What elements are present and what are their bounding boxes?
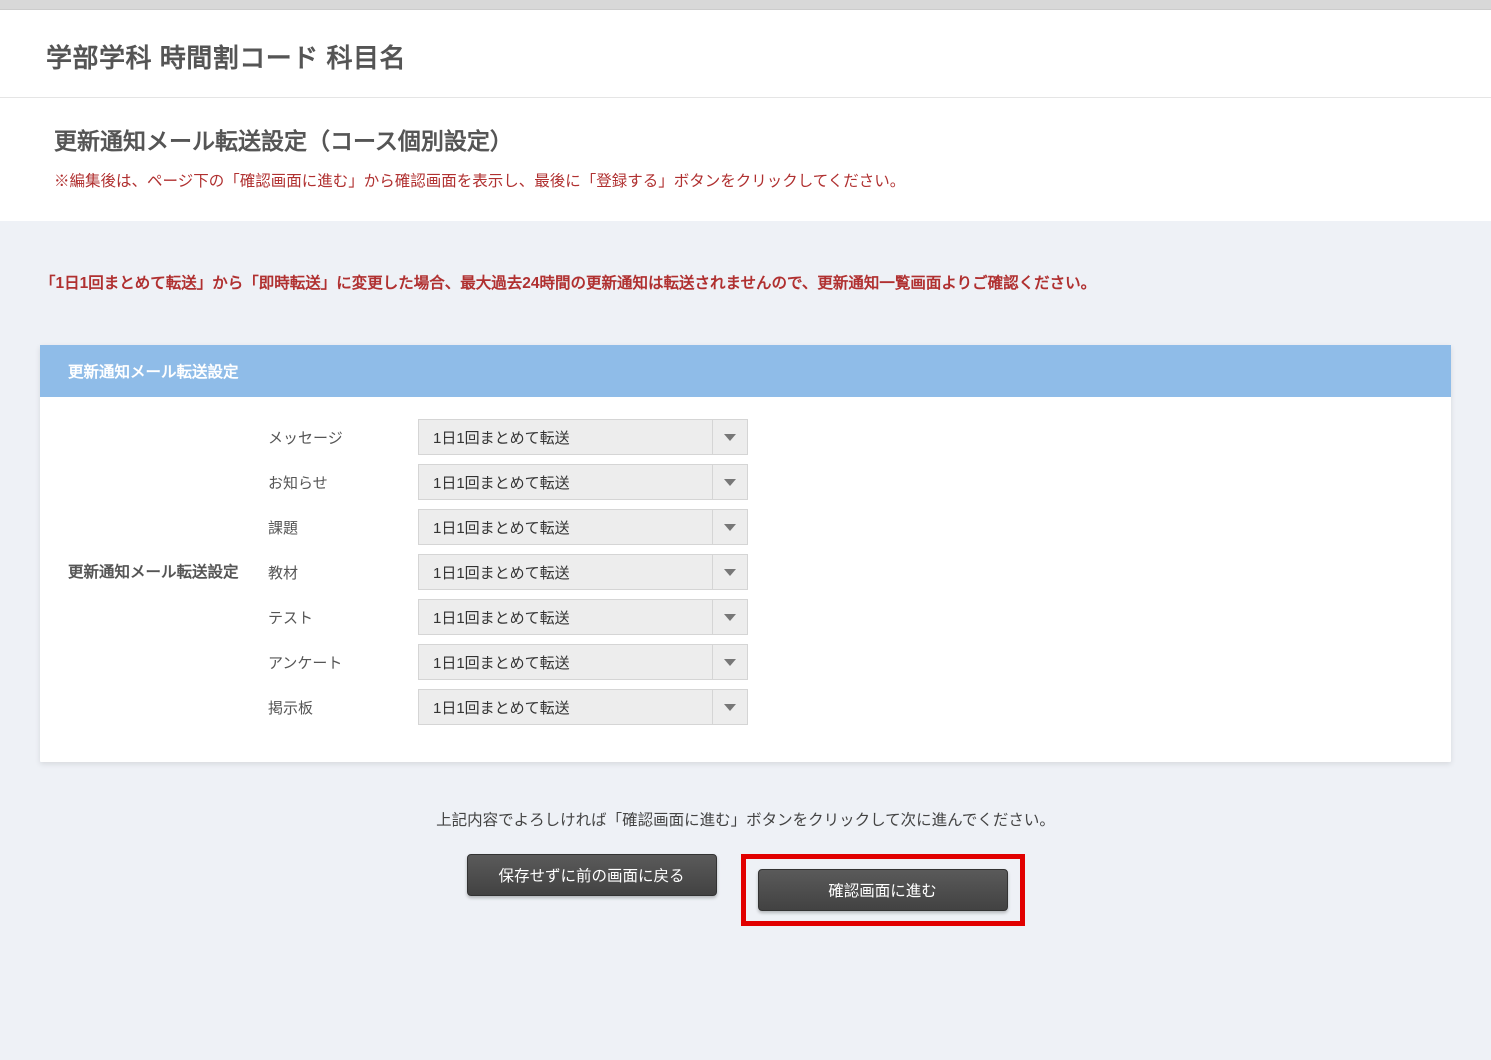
select-value: 1日1回まとめて転送 bbox=[418, 689, 712, 725]
dropdown-button[interactable] bbox=[712, 554, 748, 590]
sub-header: 更新通知メール転送設定（コース個別設定） ※編集後は、ページ下の「確認画面に進む… bbox=[0, 98, 1491, 221]
setting-row: 課題 1日1回まとめて転送 bbox=[268, 505, 1423, 550]
setting-row: お知らせ 1日1回まとめて転送 bbox=[268, 460, 1423, 505]
chevron-down-icon bbox=[724, 524, 736, 531]
chevron-down-icon bbox=[724, 659, 736, 666]
select-value: 1日1回まとめて転送 bbox=[418, 644, 712, 680]
setting-select-test[interactable]: 1日1回まとめて転送 bbox=[418, 599, 748, 635]
chevron-down-icon bbox=[724, 479, 736, 486]
setting-select-message[interactable]: 1日1回まとめて転送 bbox=[418, 419, 748, 455]
panel-header: 更新通知メール転送設定 bbox=[40, 345, 1451, 397]
panel-label-column: 更新通知メール転送設定 bbox=[68, 415, 268, 730]
setting-label-survey: アンケート bbox=[268, 652, 418, 673]
setting-select-board[interactable]: 1日1回まとめて転送 bbox=[418, 689, 748, 725]
footer-message: 上記内容でよろしければ「確認画面に進む」ボタンをクリックして次に進んでください。 bbox=[40, 808, 1451, 830]
confirm-button[interactable]: 確認画面に進む bbox=[758, 869, 1008, 911]
page-header: 学部学科 時間割コード 科目名 bbox=[0, 10, 1491, 98]
panel-section-label: 更新通知メール転送設定 bbox=[68, 561, 239, 584]
setting-select-material[interactable]: 1日1回まとめて転送 bbox=[418, 554, 748, 590]
select-value: 1日1回まとめて転送 bbox=[418, 599, 712, 635]
chevron-down-icon bbox=[724, 614, 736, 621]
settings-panel: 更新通知メール転送設定 更新通知メール転送設定 メッセージ 1日1回まとめて転送… bbox=[40, 345, 1451, 762]
dropdown-button[interactable] bbox=[712, 689, 748, 725]
dropdown-button[interactable] bbox=[712, 509, 748, 545]
page-title: 学部学科 時間割コード 科目名 bbox=[46, 38, 1445, 75]
dropdown-button[interactable] bbox=[712, 464, 748, 500]
select-value: 1日1回まとめて転送 bbox=[418, 554, 712, 590]
edit-note: ※編集後は、ページ下の「確認画面に進む」から確認画面を表示し、最後に「登録する」… bbox=[54, 170, 1437, 193]
warning-text: 「1日1回まとめて転送」から「即時転送」に変更した場合、最大過去24時間の更新通… bbox=[40, 269, 1451, 298]
setting-row: 掲示板 1日1回まとめて転送 bbox=[268, 685, 1423, 730]
setting-label-message: メッセージ bbox=[268, 427, 418, 448]
panel-body: 更新通知メール転送設定 メッセージ 1日1回まとめて転送 お知らせ 1日1回まと… bbox=[40, 397, 1451, 762]
setting-label-notice: お知らせ bbox=[268, 472, 418, 493]
setting-row: 教材 1日1回まとめて転送 bbox=[268, 550, 1423, 595]
select-value: 1日1回まとめて転送 bbox=[418, 509, 712, 545]
chevron-down-icon bbox=[724, 704, 736, 711]
setting-row: メッセージ 1日1回まとめて転送 bbox=[268, 415, 1423, 460]
setting-row: テスト 1日1回まとめて転送 bbox=[268, 595, 1423, 640]
chevron-down-icon bbox=[724, 434, 736, 441]
window-top-bar bbox=[0, 0, 1491, 10]
setting-select-notice[interactable]: 1日1回まとめて転送 bbox=[418, 464, 748, 500]
setting-label-material: 教材 bbox=[268, 562, 418, 583]
setting-label-assignment: 課題 bbox=[268, 517, 418, 538]
footer-area: 上記内容でよろしければ「確認画面に進む」ボタンをクリックして次に進んでください。… bbox=[40, 762, 1451, 966]
confirm-highlight: 確認画面に進む bbox=[741, 854, 1025, 926]
panel-form-column: メッセージ 1日1回まとめて転送 お知らせ 1日1回まとめて転送 課題 bbox=[268, 415, 1423, 730]
back-button[interactable]: 保存せずに前の画面に戻る bbox=[467, 854, 717, 896]
setting-row: アンケート 1日1回まとめて転送 bbox=[268, 640, 1423, 685]
setting-select-survey[interactable]: 1日1回まとめて転送 bbox=[418, 644, 748, 680]
content: 「1日1回まとめて転送」から「即時転送」に変更した場合、最大過去24時間の更新通… bbox=[0, 221, 1491, 1005]
setting-label-board: 掲示板 bbox=[268, 697, 418, 718]
setting-label-test: テスト bbox=[268, 607, 418, 628]
select-value: 1日1回まとめて転送 bbox=[418, 464, 712, 500]
button-row: 保存せずに前の画面に戻る 確認画面に進む bbox=[40, 854, 1451, 926]
sub-title: 更新通知メール転送設定（コース個別設定） bbox=[54, 122, 1437, 156]
select-value: 1日1回まとめて転送 bbox=[418, 419, 712, 455]
chevron-down-icon bbox=[724, 569, 736, 576]
dropdown-button[interactable] bbox=[712, 419, 748, 455]
dropdown-button[interactable] bbox=[712, 644, 748, 680]
setting-select-assignment[interactable]: 1日1回まとめて転送 bbox=[418, 509, 748, 545]
dropdown-button[interactable] bbox=[712, 599, 748, 635]
